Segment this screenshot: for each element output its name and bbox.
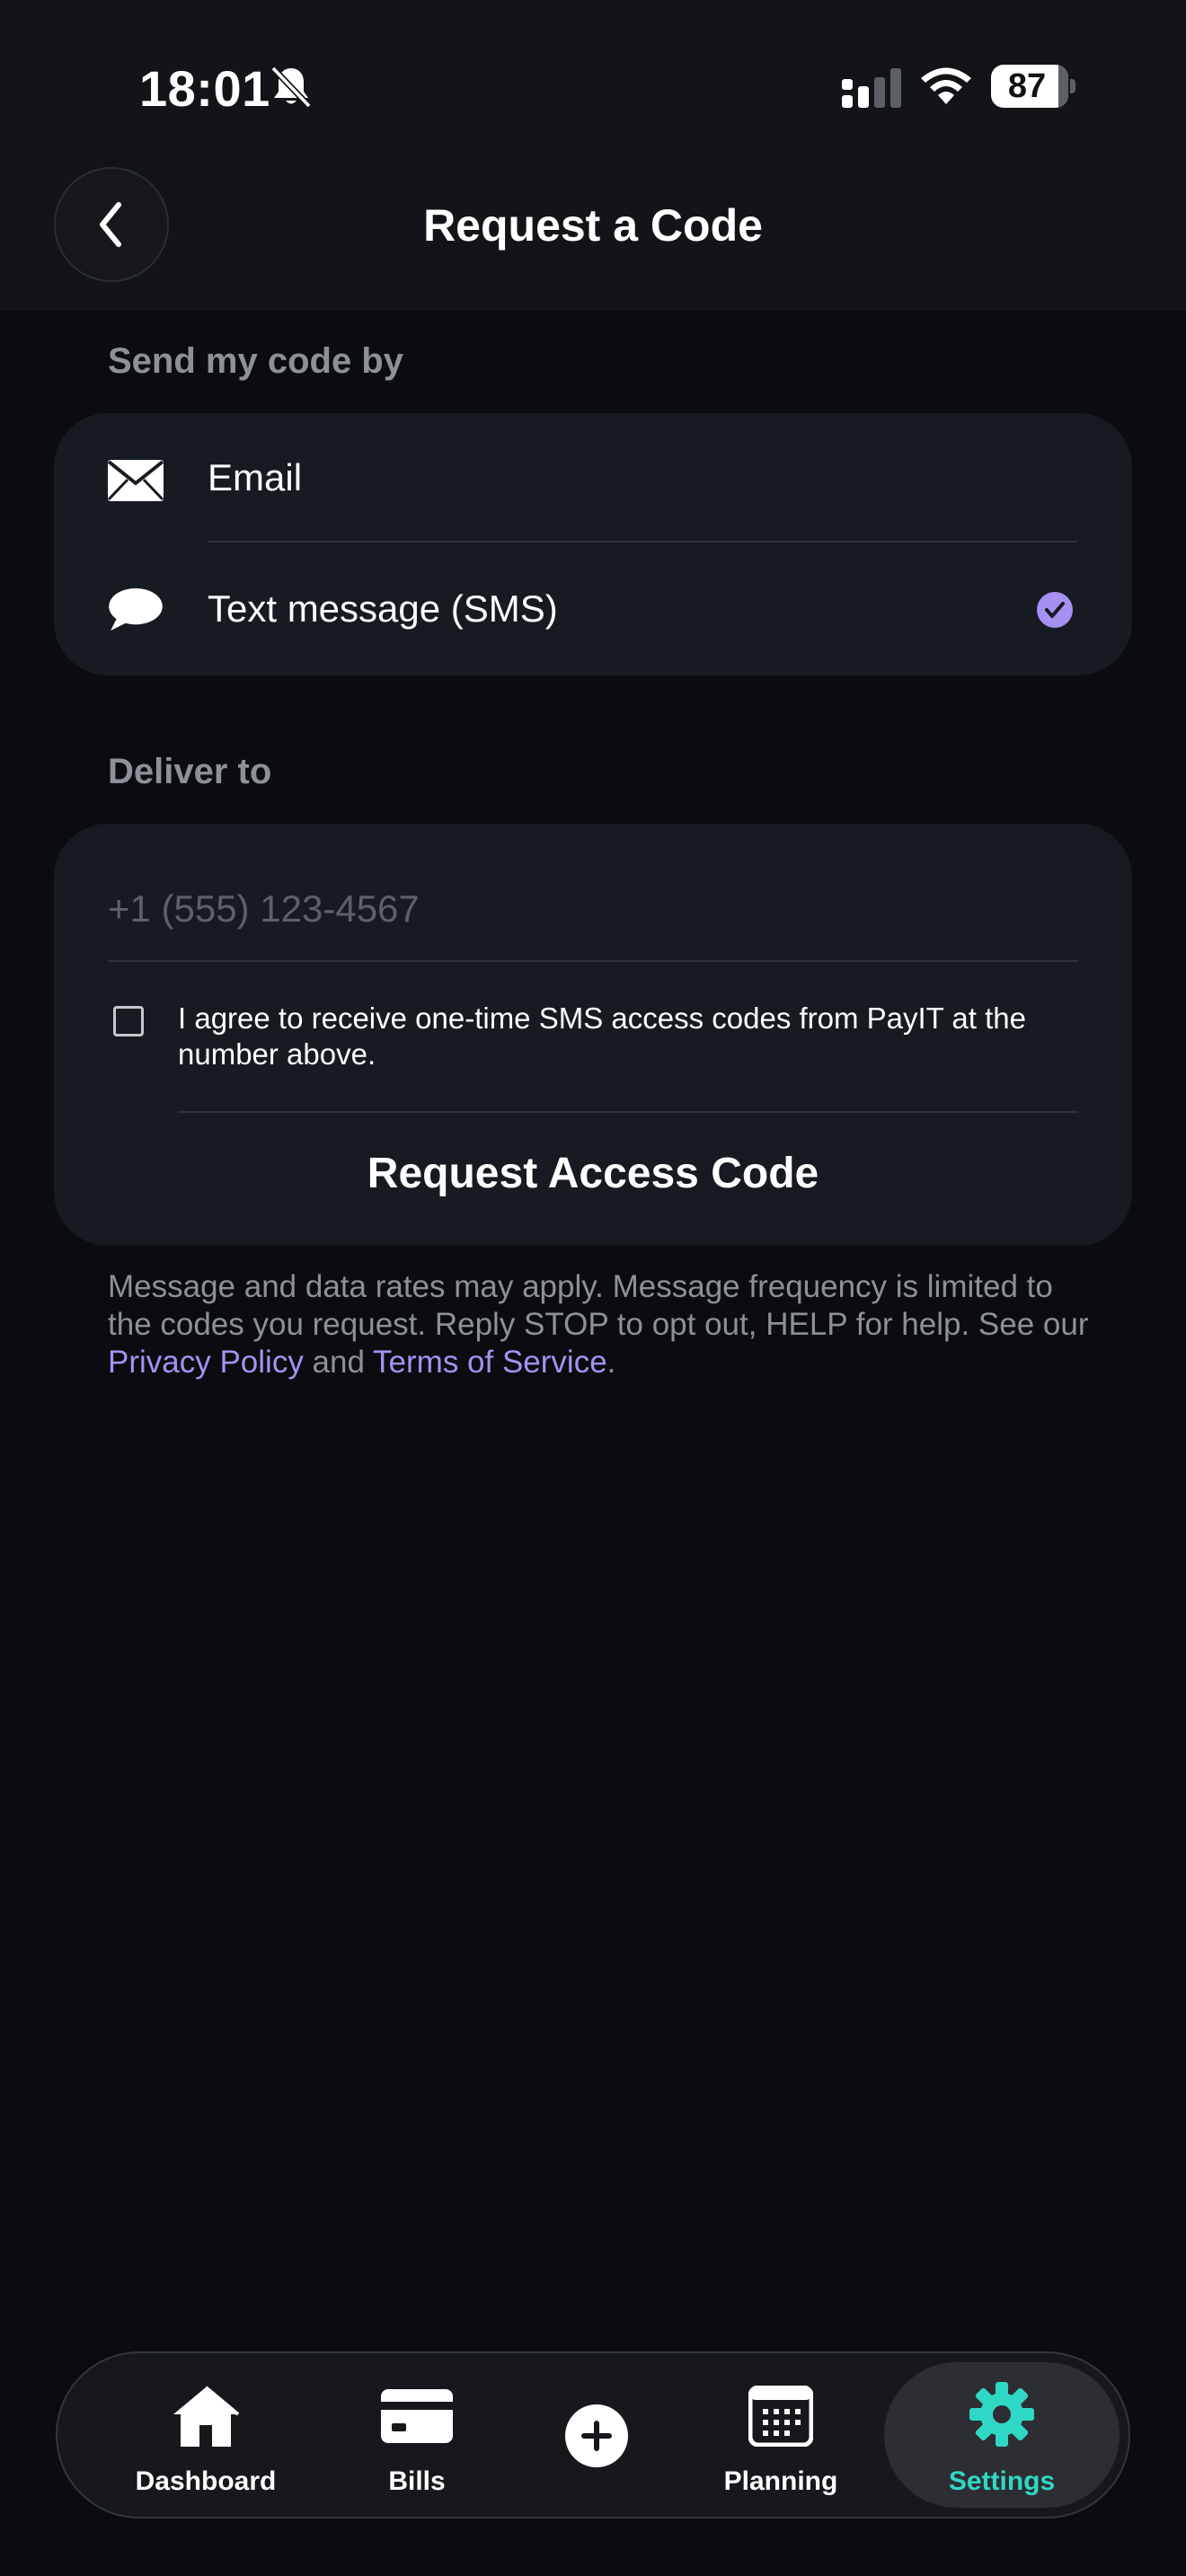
- bell-muted-icon: [270, 66, 312, 109]
- method-label-email: Email: [208, 456, 303, 498]
- method-option-sms[interactable]: Text message (SMS): [54, 544, 1132, 675]
- status-bar: 18:01 87: [0, 0, 1186, 171]
- privacy-policy-link[interactable]: Privacy Policy: [108, 1345, 304, 1380]
- deliver-to-label: Deliver to: [108, 752, 272, 791]
- deliver-to-card: I agree to receive one-time SMS access c…: [54, 824, 1132, 1246]
- sms-disclaimer: Message and data rates may apply. Messag…: [108, 1268, 1096, 1381]
- request-button-label: Request Access Code: [367, 1150, 819, 1197]
- send-by-label: Send my code by: [108, 341, 403, 381]
- tab-label-bills: Bills: [388, 2466, 446, 2496]
- terms-of-service-link[interactable]: Terms of Service: [373, 1345, 607, 1380]
- method-divider: [208, 541, 1077, 543]
- calendar-icon: [748, 2386, 813, 2447]
- tab-label-dashboard: Dashboard: [135, 2466, 277, 2496]
- phone-divider: [108, 960, 1078, 962]
- page-title: Request a Code: [423, 200, 763, 251]
- gear-icon: [969, 2382, 1034, 2447]
- wifi-icon: [921, 67, 971, 104]
- battery-icon: 87: [991, 65, 1075, 108]
- plus-circle-icon: [565, 2404, 628, 2467]
- tab-planning[interactable]: Planning: [686, 2353, 875, 2517]
- checkmark-circle-icon: [1037, 592, 1073, 628]
- disclaimer-text: Message and data rates may apply. Messag…: [108, 1269, 1089, 1342]
- battery-cap: [1070, 79, 1075, 93]
- battery-percent: 87: [1007, 67, 1047, 105]
- credit-card-icon: [381, 2389, 453, 2443]
- request-code-screen: 18:01 87 Request a Code Send my code by …: [0, 0, 1186, 2576]
- tab-settings[interactable]: Settings: [884, 2353, 1120, 2517]
- tab-add[interactable]: [516, 2353, 677, 2517]
- request-access-code-button[interactable]: Request Access Code: [54, 1111, 1132, 1246]
- sms-consent-text: I agree to receive one-time SMS access c…: [178, 1001, 1026, 1071]
- send-method-card: Email Text message (SMS): [54, 413, 1132, 675]
- chat-bubble-icon: [109, 587, 163, 631]
- method-option-email[interactable]: Email: [54, 413, 1132, 544]
- tab-dashboard[interactable]: Dashboard: [93, 2353, 318, 2517]
- tab-bills[interactable]: Bills: [327, 2353, 507, 2517]
- sms-consent-checkbox[interactable]: [113, 1006, 144, 1037]
- envelope-icon: [107, 460, 164, 501]
- disclaimer-end: .: [606, 1345, 616, 1380]
- method-label-sms: Text message (SMS): [208, 587, 558, 630]
- disclaimer-conjunction: and: [303, 1345, 374, 1380]
- house-icon: [173, 2386, 240, 2447]
- tab-bar: Dashboard Bills Planning Settings: [56, 2351, 1130, 2519]
- status-time: 18:01: [139, 60, 270, 117]
- phone-number-input[interactable]: [108, 869, 1078, 949]
- cellular-signal-icon: [842, 68, 901, 108]
- tab-label-settings: Settings: [948, 2466, 1056, 2496]
- battery-body: 87: [991, 65, 1068, 108]
- tab-label-planning: Planning: [723, 2466, 838, 2496]
